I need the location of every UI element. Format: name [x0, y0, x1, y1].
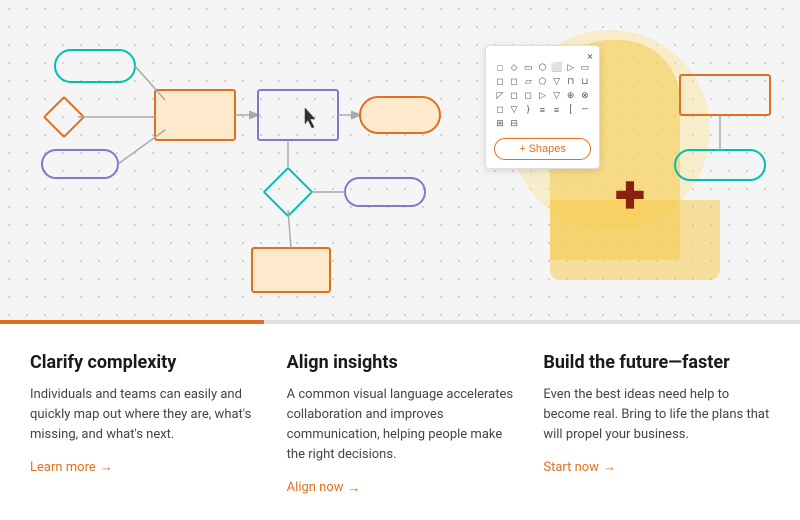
content-col-align: Align insights A common visual language …: [287, 352, 514, 496]
shape-icon: ≡: [536, 104, 548, 116]
clarify-link-text: Learn more: [30, 460, 96, 475]
content-col-build: Build the future—faster Even the best id…: [543, 352, 770, 496]
shape-icon: ▷: [565, 62, 577, 74]
shape-icon: ⬠: [536, 76, 548, 88]
plus-icon-large: ✚: [615, 175, 645, 217]
align-link-text: Align now: [287, 480, 344, 495]
clarify-body: Individuals and teams can easily and qui…: [30, 385, 257, 445]
build-body: Even the best ideas need help to become …: [543, 385, 770, 445]
shape-icon: ◇: [508, 62, 520, 74]
build-link-arrow: →: [603, 459, 616, 475]
clarify-link-arrow: →: [100, 459, 113, 475]
shape-icon: ◻: [508, 76, 520, 88]
diagram-section: × □ ◇ ▭ ⬡ ⬜ ▷ ▭ ◻ ◻ ▱ ⬠ ▽ ⊓ ⊔ ◸ ◻ ◻ ▷ ▽ …: [0, 0, 800, 320]
shape-icon: ⊞: [494, 118, 506, 130]
shape-icon: ◻: [494, 76, 506, 88]
shape-icon: ▭: [522, 62, 534, 74]
shape-icon: ▽: [508, 104, 520, 116]
clarify-heading: Clarify complexity: [30, 352, 257, 373]
shape-icon: ⊓: [565, 76, 577, 88]
content-col-clarify: Clarify complexity Individuals and teams…: [30, 352, 257, 496]
shape-icon: ◻: [508, 90, 520, 102]
align-body: A common visual language accelerates col…: [287, 385, 514, 466]
shape-icon: ▽: [551, 76, 563, 88]
content-section: Clarify complexity Individuals and teams…: [0, 324, 800, 520]
build-heading: Build the future—faster: [543, 352, 770, 373]
align-heading: Align insights: [287, 352, 514, 373]
shapes-panel: × □ ◇ ▭ ⬡ ⬜ ▷ ▭ ◻ ◻ ▱ ⬠ ▽ ⊓ ⊔ ◸ ◻ ◻ ▷ ▽ …: [485, 45, 600, 169]
shape-icon: ▱: [522, 76, 534, 88]
shapes-icons-grid: □ ◇ ▭ ⬡ ⬜ ▷ ▭ ◻ ◻ ▱ ⬠ ▽ ⊓ ⊔ ◸ ◻ ◻ ▷ ▽ ⊕ …: [494, 62, 591, 130]
shape-icon: ◻: [494, 104, 506, 116]
shape-icon: —: [579, 104, 591, 116]
shape-icon: □: [494, 62, 506, 74]
shape-icon: ⊕: [565, 90, 577, 102]
align-link[interactable]: Align now →: [287, 480, 514, 496]
align-link-arrow: →: [348, 480, 361, 496]
shape-icon: [: [565, 104, 577, 116]
shape-icon: ≡: [551, 104, 563, 116]
shape-icon: ⊔: [579, 76, 591, 88]
shape-icon: }: [522, 104, 534, 116]
shape-icon: ⊗: [579, 90, 591, 102]
build-link[interactable]: Start now →: [543, 459, 770, 475]
clarify-link[interactable]: Learn more →: [30, 459, 257, 475]
shape-icon: ▷: [536, 90, 548, 102]
close-icon[interactable]: ×: [587, 50, 593, 63]
build-link-text: Start now: [543, 460, 599, 475]
shape-icon: ⬡: [536, 62, 548, 74]
shape-icon: ⬜: [551, 62, 563, 74]
shape-icon: ⊟: [508, 118, 520, 130]
shape-icon: ◸: [494, 90, 506, 102]
shapes-add-button[interactable]: + Shapes: [494, 138, 591, 160]
shape-icon: ▽: [551, 90, 563, 102]
shape-icon: ◻: [522, 90, 534, 102]
shape-icon: ▭: [579, 62, 591, 74]
